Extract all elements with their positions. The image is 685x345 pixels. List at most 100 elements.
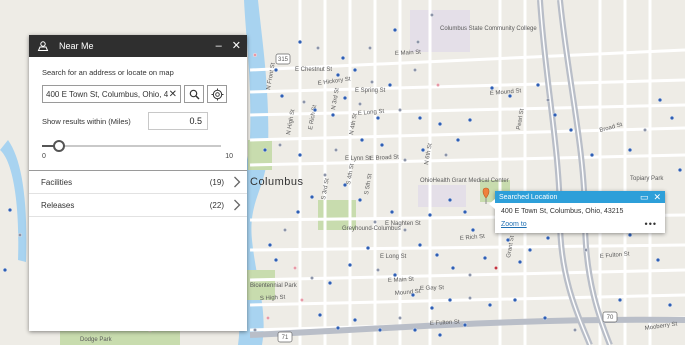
radius-input[interactable]: 0.5 [148, 112, 208, 130]
facility-marker[interactable] [410, 292, 416, 298]
facility-marker[interactable] [387, 82, 393, 88]
facility-marker[interactable] [489, 85, 495, 91]
facility-marker[interactable] [327, 280, 333, 286]
facility-marker[interactable] [316, 46, 320, 50]
facility-marker[interactable] [273, 257, 279, 263]
facility-marker[interactable] [437, 121, 443, 127]
facility-marker[interactable] [278, 143, 282, 147]
facility-marker[interactable] [334, 148, 338, 152]
result-row-releases[interactable]: Releases (22) [29, 194, 247, 217]
facility-marker[interactable] [342, 182, 348, 188]
facility-marker[interactable] [627, 147, 633, 153]
facility-marker[interactable] [468, 273, 472, 277]
facility-marker[interactable] [467, 117, 473, 123]
facility-marker[interactable] [273, 67, 279, 73]
facility-marker[interactable] [552, 112, 558, 118]
facility-marker[interactable] [342, 95, 348, 101]
facility-marker[interactable] [444, 153, 448, 157]
more-actions-button[interactable]: ••• [645, 219, 657, 229]
facility-marker[interactable] [377, 327, 383, 333]
facility-marker[interactable] [279, 93, 285, 99]
facility-marker[interactable] [403, 228, 407, 232]
facility-marker[interactable] [667, 302, 673, 308]
facility-marker[interactable] [468, 296, 472, 300]
slider-track[interactable] [42, 145, 221, 147]
facility-marker[interactable] [542, 315, 548, 321]
locate-button[interactable] [207, 85, 227, 103]
facility-marker[interactable] [398, 316, 402, 320]
facility-marker[interactable] [417, 242, 423, 248]
radius-slider[interactable] [42, 136, 235, 156]
facility-marker[interactable] [573, 328, 577, 332]
address-search-input[interactable] [46, 89, 168, 99]
facility-marker[interactable] [437, 332, 443, 338]
facility-marker[interactable] [447, 297, 453, 303]
facility-marker[interactable] [392, 27, 398, 33]
facility-marker[interactable] [317, 312, 323, 318]
facility-marker[interactable] [584, 248, 588, 252]
facility-marker[interactable] [487, 302, 493, 308]
clear-search-icon[interactable]: ✕ [169, 89, 177, 100]
facility-marker[interactable] [427, 212, 433, 218]
facility-marker[interactable] [545, 235, 551, 241]
facility-marker[interactable] [546, 98, 550, 102]
facility-marker[interactable] [482, 255, 488, 261]
facility-marker[interactable] [527, 247, 533, 253]
facility-marker[interactable] [617, 297, 623, 303]
facility-marker[interactable] [18, 233, 22, 237]
facility-marker[interactable] [517, 259, 523, 265]
search-button[interactable] [184, 85, 204, 103]
facility-marker[interactable] [253, 328, 257, 332]
slider-thumb[interactable] [53, 140, 65, 152]
facility-marker[interactable] [677, 167, 683, 173]
facility-marker[interactable] [323, 173, 327, 177]
facility-marker[interactable] [347, 262, 353, 268]
facility-marker[interactable] [368, 46, 372, 50]
facility-marker[interactable] [416, 40, 420, 44]
facility-marker[interactable] [494, 266, 498, 270]
facility-marker[interactable] [436, 83, 440, 87]
facility-marker[interactable] [512, 297, 518, 303]
facility-marker[interactable] [262, 147, 268, 153]
facility-marker[interactable] [7, 207, 13, 213]
facility-marker[interactable] [643, 128, 647, 132]
facility-marker[interactable] [310, 276, 314, 280]
facility-marker[interactable] [297, 39, 303, 45]
facility-marker[interactable] [417, 115, 423, 121]
facility-marker[interactable] [535, 82, 541, 88]
facility-marker[interactable] [589, 152, 595, 158]
facility-marker[interactable] [293, 266, 297, 270]
zoom-to-link[interactable]: Zoom to [501, 221, 645, 228]
facility-marker[interactable] [253, 53, 257, 57]
facility-marker[interactable] [420, 147, 426, 153]
facility-marker[interactable] [657, 97, 663, 103]
facility-marker[interactable] [358, 102, 362, 106]
facility-marker[interactable] [470, 227, 476, 233]
facility-marker[interactable] [434, 252, 440, 258]
facility-marker[interactable] [450, 265, 456, 271]
maximize-popup-button[interactable]: ▭ [640, 192, 649, 202]
facility-marker[interactable] [669, 115, 675, 121]
facility-marker[interactable] [2, 267, 8, 273]
facility-marker[interactable] [370, 80, 374, 84]
facility-marker[interactable] [302, 100, 306, 104]
facility-marker[interactable] [373, 220, 377, 224]
facility-marker[interactable] [335, 325, 341, 331]
facility-marker[interactable] [352, 67, 358, 73]
facility-marker[interactable] [429, 305, 435, 311]
facility-marker[interactable] [352, 317, 358, 323]
facility-marker[interactable] [312, 107, 318, 113]
facility-marker[interactable] [266, 316, 270, 320]
facility-marker[interactable] [655, 257, 661, 263]
facility-marker[interactable] [295, 209, 301, 215]
facility-marker[interactable] [627, 232, 633, 238]
facility-marker[interactable] [309, 194, 315, 200]
facility-marker[interactable] [335, 72, 341, 78]
facility-marker[interactable] [507, 93, 513, 99]
facility-marker[interactable] [375, 115, 381, 121]
facility-marker[interactable] [340, 55, 346, 61]
close-button[interactable]: ✕ [232, 40, 241, 52]
facility-marker[interactable] [376, 268, 380, 272]
facility-marker[interactable] [389, 209, 395, 215]
facility-marker[interactable] [412, 327, 418, 333]
